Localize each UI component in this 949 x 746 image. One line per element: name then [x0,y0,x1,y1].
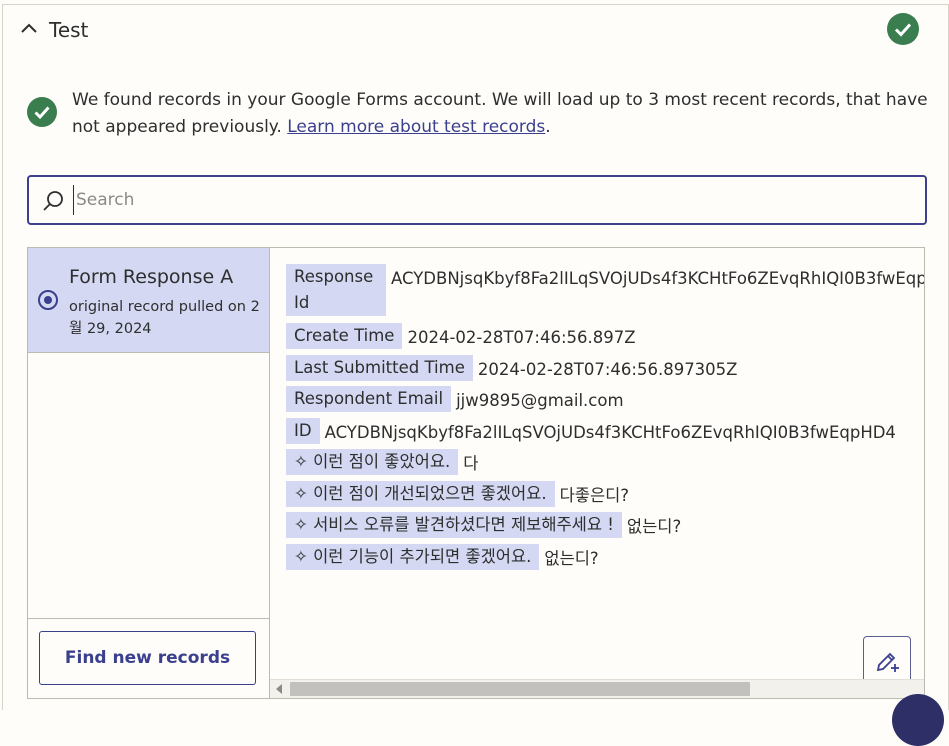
scrollbar-thumb[interactable] [290,682,750,696]
field-respondent-email: Respondent Email jjw9895@gmail.com [286,386,624,414]
find-records-area: Find new records [28,618,269,699]
field-value: 없는디? [626,517,682,536]
test-header[interactable]: Test [3,5,948,55]
field-response-id: Response Id ACYDBNjsqKbyf8Fa2lILqSVOjUDs… [286,264,924,316]
field-improvements: ✧ 이런 점이 개선되었으면 좋겠어요. 다좋은디? [286,481,629,509]
horizontal-scrollbar[interactable] [270,679,924,698]
field-bug-report: ✧ 서비스 오류를 발견하셨다면 제보해주세요 ! 없는디? [286,512,681,540]
field-value: 다 [463,454,479,473]
field-key: Response Id [286,264,386,316]
field-value: 다좋은디? [559,486,630,505]
info-trailing: . [545,117,551,137]
radio-selected[interactable] [38,290,58,310]
record-list: Form Response A original record pulled o… [28,248,270,698]
field-key: Last Submitted Time [286,355,473,381]
chevron-up-icon[interactable] [19,19,39,39]
field-create-time: Create Time 2024-02-28T07:46:56.897Z [286,323,636,351]
field-value: 없는디? [544,549,599,568]
field-value: 2024-02-28T07:46:56.897305Z [477,360,738,379]
field-key: Create Time [286,323,403,349]
record-subtitle: original record pulled on 2월 29, 2024 [69,299,260,337]
search-icon [41,189,65,213]
field-key: ✧ 이런 기능이 추가되면 좋겠어요. [286,544,540,570]
record-title: Form Response A [69,266,234,288]
help-button[interactable] [892,694,944,746]
field-last-submitted-time: Last Submitted Time 2024-02-28T07:46:56.… [286,355,737,383]
field-key: ID [286,418,320,444]
field-value: ACYDBNjsqKbyf8Fa2lILqSVOjUDs4f3KCHtFo6ZE… [391,269,924,288]
field-key: ✧ 서비스 오류를 발견하셨다면 제보해주세요 ! [286,512,622,538]
check-circle-icon [27,97,57,127]
field-value: ACYDBNjsqKbyf8Fa2lILqSVOjUDs4f3KCHtFo6ZE… [324,423,896,442]
success-check-icon [887,13,919,45]
field-key: ✧ 이런 점이 개선되었으면 좋겠어요. [286,481,555,507]
record-item-selected[interactable]: Form Response A original record pulled o… [28,248,269,353]
field-key: Respondent Email [286,386,452,412]
field-feature-request: ✧ 이런 기능이 추가되면 좋겠어요. 없는디? [286,544,599,572]
test-panel: Test We found records in your Google For… [2,4,949,710]
info-text: We found records in your Google Forms ac… [72,87,932,141]
scroll-left-arrow-icon[interactable] [276,684,282,694]
record-details: Response Id ACYDBNjsqKbyf8Fa2lILqSVOjUDs… [270,248,924,698]
field-id: ID ACYDBNjsqKbyf8Fa2lILqSVOjUDs4f3KCHtFo… [286,418,896,446]
field-key: ✧ 이런 점이 좋았어요. [286,449,459,475]
field-liked-points: ✧ 이런 점이 좋았어요. 다 [286,449,478,477]
records-container: Form Response A original record pulled o… [27,247,925,699]
search-box[interactable] [27,175,927,225]
field-value: jjw9895@gmail.com [456,391,624,410]
find-new-records-button[interactable]: Find new records [39,631,256,685]
field-value: 2024-02-28T07:46:56.897Z [407,328,636,347]
section-title: Test [49,18,89,42]
search-input[interactable] [73,185,898,215]
learn-more-link[interactable]: Learn more about test records [287,117,545,137]
